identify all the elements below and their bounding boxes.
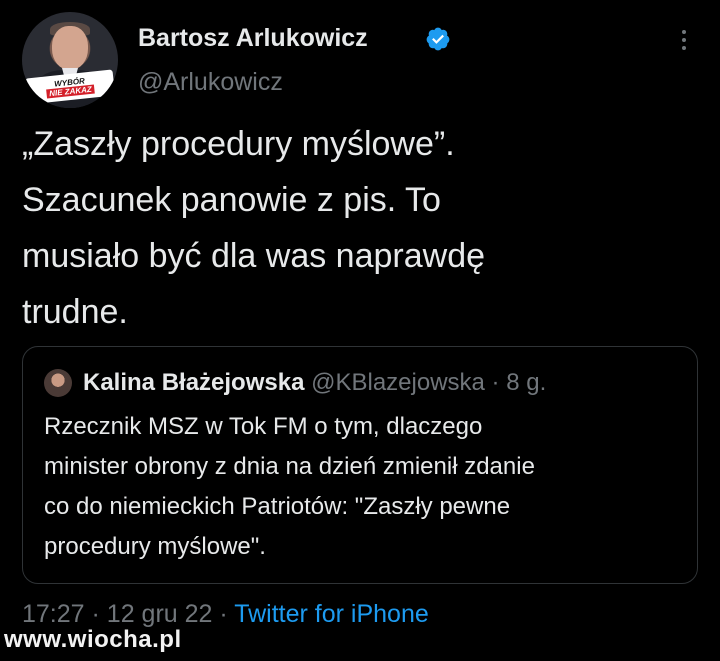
author-avatar[interactable]: WYBÓR NIE ZAKAZ (22, 12, 118, 108)
tweet-card: WYBÓR NIE ZAKAZ Bartosz Arlukowicz @Arlu… (0, 0, 720, 661)
quoted-text-line: minister obrony z dnia na dzień zmienił … (44, 453, 535, 480)
tweet-time[interactable]: 17:27 (22, 600, 85, 628)
tweet-meta: 17:27 · 12 gru 22 · Twitter for iPhone (22, 600, 429, 629)
avatar-badge-line2: NIE ZAKAZ (45, 84, 96, 99)
author-handle[interactable]: @Arlukowicz (138, 68, 283, 97)
quoted-tweet-header: Kalina Błażejowska @KBlazejowska · 8 g. (83, 369, 546, 397)
tweet-text-line: musiało być dla was naprawdę (22, 237, 486, 275)
tweet-source-link[interactable]: Twitter for iPhone (234, 600, 429, 628)
tweet-text-line: Szacunek panowie z pis. To (22, 181, 441, 219)
meta-separator: · (219, 600, 228, 628)
quoted-tweet-text: Rzecznik MSZ w Tok FM o tym, dlaczego mi… (44, 407, 684, 567)
more-dot (682, 38, 686, 42)
tweet-date[interactable]: 12 gru 22 (107, 600, 213, 628)
quoted-author-name: Kalina Błażejowska (83, 369, 305, 396)
meta-separator: · (91, 600, 100, 628)
site-watermark: www.wiocha.pl (4, 626, 182, 653)
tweet-text: „Zaszły procedury myślowe”. Szacunek pan… (22, 116, 682, 340)
author-name[interactable]: Bartosz Arlukowicz (138, 24, 368, 53)
quoted-separator: · (491, 369, 500, 396)
tweet-text-line: trudne. (22, 293, 128, 331)
more-options-icon[interactable] (672, 26, 696, 56)
quoted-author-handle: @KBlazejowska (311, 369, 485, 396)
quoted-author-avatar (44, 369, 72, 397)
avatar-face (52, 26, 88, 70)
quoted-tweet[interactable]: Kalina Błażejowska @KBlazejowska · 8 g. … (22, 346, 698, 584)
tweet-text-line: „Zaszły procedury myślowe”. (22, 125, 455, 163)
more-dot (682, 30, 686, 34)
quoted-text-line: procedury myślowe". (44, 533, 266, 560)
quoted-text-line: Rzecznik MSZ w Tok FM o tym, dlaczego (44, 413, 483, 440)
quoted-text-line: co do niemieckich Patriotów: "Zaszły pew… (44, 493, 511, 520)
more-dot (682, 46, 686, 50)
verified-badge-icon (426, 27, 450, 51)
quoted-timestamp: 8 g. (506, 369, 547, 396)
